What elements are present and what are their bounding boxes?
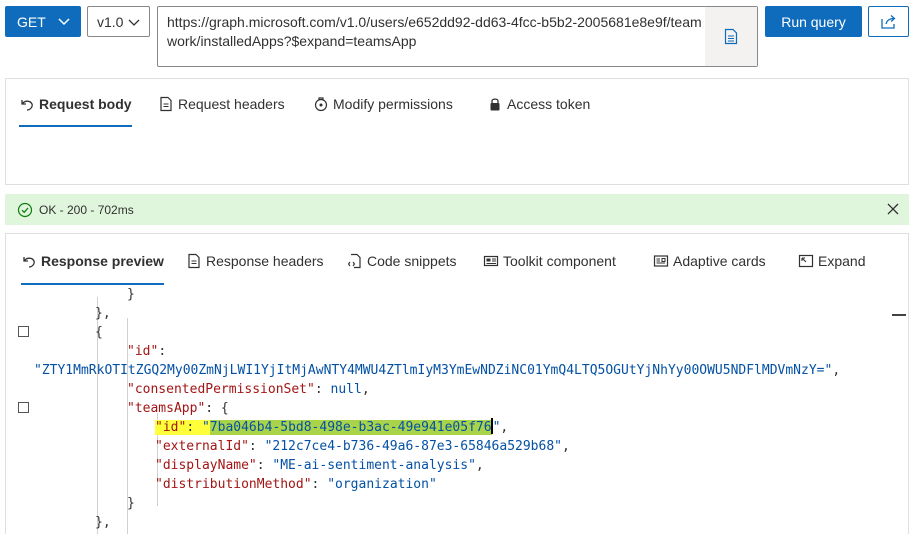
tab-request-headers[interactable]: Request headers [158, 79, 285, 129]
tab-label: Code snippets [367, 252, 457, 269]
run-query-button[interactable]: Run query [765, 6, 862, 37]
undo-arrow-icon [23, 256, 35, 268]
code-line: "teamsApp": { [127, 401, 229, 416]
json-value: "212c7ce4-b736-49a6-87e3-65846a529b68" [264, 439, 562, 454]
code-line: } [127, 287, 135, 302]
active-tab-indicator [19, 125, 132, 127]
status-message-bar: OK - 200 - 702ms [5, 194, 909, 225]
json-key: "consentedPermissionSet" [127, 382, 315, 397]
json-key: "displayName" [155, 458, 257, 473]
code-line: "externalId": "212c7ce4-b736-49a6-87e3-6… [155, 439, 570, 454]
tab-modify-permissions[interactable]: Modify permissions [313, 79, 453, 129]
tab-response-preview[interactable]: Response preview [21, 234, 164, 287]
request-panel: Request body Request headers Modify perm… [5, 78, 909, 185]
tab-code-snippets[interactable]: Code snippets [347, 234, 457, 287]
tab-label: Access token [507, 96, 591, 112]
response-json-viewer[interactable]: } }, { "id": "ZTY1MmRkOTItZGQ2My00ZmNjLW… [6, 287, 908, 534]
shield-icon [314, 97, 328, 112]
json-value: null [330, 382, 362, 397]
code-line: "displayName": "ME-ai-sentiment-analysis… [155, 458, 484, 473]
json-key: "id" [127, 344, 159, 359]
code-line: }, [95, 306, 111, 321]
tab-label: Toolkit component [503, 252, 616, 269]
code-line: "id": [127, 344, 167, 359]
tab-adaptive-cards[interactable]: Adaptive cards [653, 234, 766, 287]
code-file-icon [347, 253, 361, 268]
tab-response-headers[interactable]: Response headers [186, 234, 324, 287]
json-value: "ME-ai-sentiment-analysis" [272, 458, 476, 473]
card-icon [653, 254, 669, 267]
close-icon[interactable] [887, 203, 899, 215]
fold-toggle[interactable] [18, 326, 29, 337]
status-text: OK - 200 - 702ms [39, 202, 134, 217]
code-line: }, [95, 515, 111, 530]
tab-toolkit-component[interactable]: Toolkit component [483, 234, 616, 287]
chevron-down-icon [128, 19, 140, 26]
active-tab-indicator [21, 283, 164, 285]
json-value: "ZTY1MmRkOTItZGQ2My00ZmNjLWI1YjItMjAwNTY… [34, 363, 833, 378]
document-icon [160, 96, 172, 112]
document-icon [188, 253, 200, 268]
tab-label: Response preview [41, 252, 164, 269]
url-docs-button[interactable] [705, 7, 757, 66]
json-key: "id" [155, 420, 187, 435]
expand-icon [798, 254, 814, 267]
json-key: "externalId" [155, 439, 249, 454]
tab-label: Request headers [178, 96, 285, 112]
code-line-selected: "id": "7ba046b4-5bd8-498e-b3ac-49e941e05… [155, 418, 509, 435]
code-line: "distributionMethod": "organization" [155, 477, 437, 492]
response-tabs: Response preview Response headers Code s… [6, 234, 908, 297]
tab-access-token[interactable]: Access token [487, 79, 590, 129]
http-method-label: GET [17, 13, 46, 30]
tab-expand[interactable]: Expand [798, 234, 865, 287]
tab-label: Modify permissions [333, 96, 453, 112]
json-value: "organization" [327, 477, 437, 492]
json-value-selected: 7ba046b4-5bd8-498e-b3ac-49e941e05f76 [209, 420, 492, 435]
toolkit-icon [483, 255, 499, 266]
tab-label: Request body [39, 96, 132, 112]
code-line: "ZTY1MmRkOTItZGQ2My00ZmNjLWI1YjItMjAwNTY… [34, 363, 841, 378]
check-circle-icon [17, 202, 33, 217]
json-key: "teamsApp" [127, 401, 206, 416]
version-dropdown[interactable]: v1.0 [87, 6, 150, 37]
url-input[interactable]: https://graph.microsoft.com/v1.0/users/e… [157, 6, 758, 67]
tab-label: Response headers [206, 252, 324, 269]
response-panel: Response preview Response headers Code s… [5, 233, 909, 534]
tab-request-body[interactable]: Request body [19, 79, 132, 129]
code-line: "consentedPermissionSet": null, [127, 382, 370, 397]
json-key: "distributionMethod" [155, 477, 312, 492]
tab-label: Adaptive cards [673, 252, 766, 269]
document-icon [724, 28, 738, 45]
code-line: { [95, 325, 103, 340]
chevron-down-icon [58, 18, 70, 26]
run-query-label: Run query [781, 13, 846, 30]
undo-arrow-icon [21, 100, 33, 111]
json-value-quote: " [201, 420, 210, 435]
share-icon [880, 14, 895, 29]
scroll-position-marker [892, 314, 906, 316]
json-value-quote: " [492, 420, 501, 435]
url-text[interactable]: https://graph.microsoft.com/v1.0/users/e… [167, 13, 707, 51]
http-method-dropdown[interactable]: GET [5, 6, 81, 37]
lock-icon [490, 98, 500, 111]
tab-label: Expand [818, 252, 866, 269]
share-button[interactable] [868, 6, 909, 37]
version-label: v1.0 [97, 13, 124, 30]
fold-toggle[interactable] [18, 402, 29, 413]
code-line: } [127, 496, 135, 511]
